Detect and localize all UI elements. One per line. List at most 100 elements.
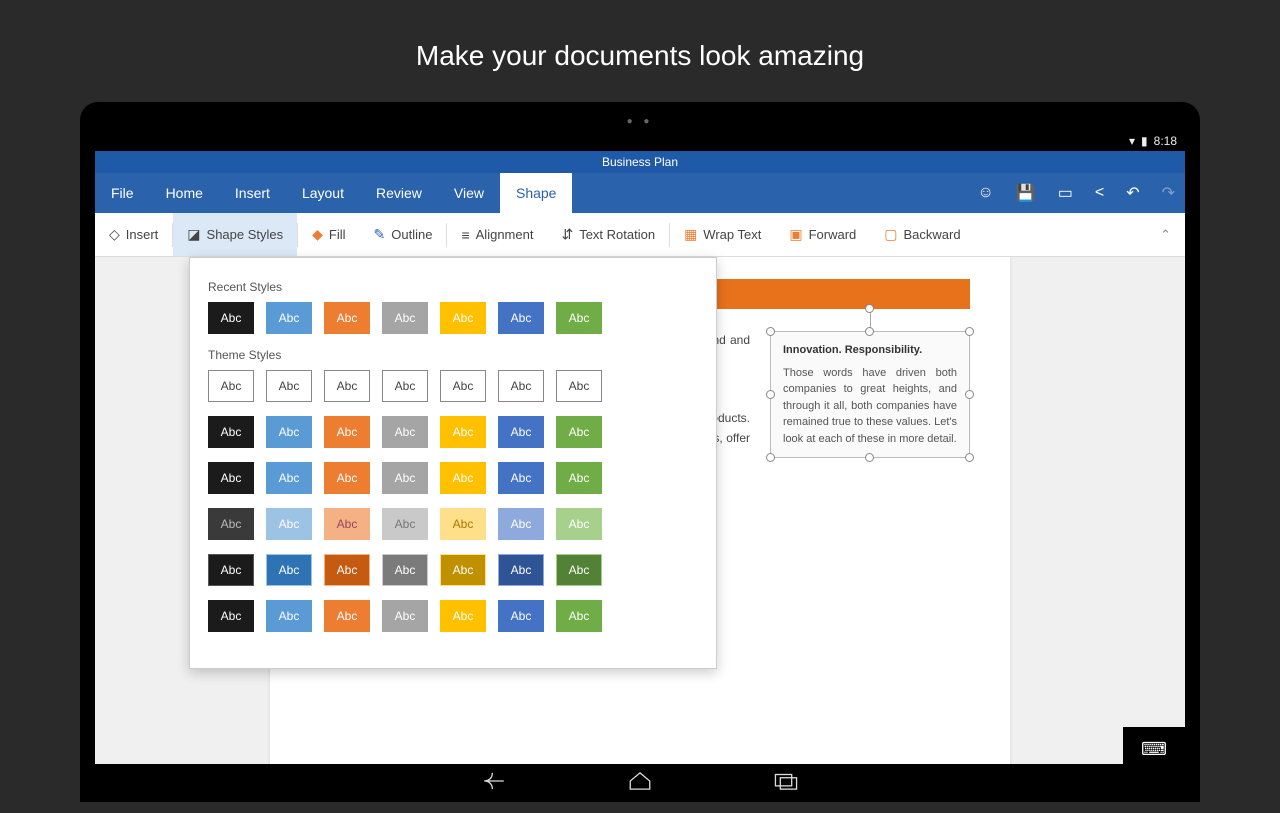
- ribbon-shape-styles[interactable]: ◪ Shape Styles: [173, 213, 297, 256]
- shape-styles-icon: ◪: [187, 226, 200, 243]
- android-status-bar: ▾ ▮ 8:18: [95, 131, 1185, 151]
- resize-handle-ml[interactable]: [766, 390, 775, 399]
- style-swatch[interactable]: Abc: [440, 554, 486, 586]
- ribbon-outline-label: Outline: [391, 227, 432, 242]
- book-icon[interactable]: ▭: [1058, 183, 1073, 203]
- style-swatch[interactable]: Abc: [498, 462, 544, 494]
- emoji-icon[interactable]: ☺: [977, 184, 993, 202]
- tab-home[interactable]: Home: [150, 173, 219, 213]
- style-swatch[interactable]: Abc: [208, 370, 254, 402]
- share-icon[interactable]: <: [1095, 184, 1104, 202]
- rotation-handle[interactable]: [865, 304, 874, 313]
- style-swatch[interactable]: Abc: [440, 508, 486, 540]
- style-swatch[interactable]: Abc: [498, 370, 544, 402]
- style-swatch[interactable]: Abc: [208, 554, 254, 586]
- style-swatch[interactable]: Abc: [498, 416, 544, 448]
- tab-shape[interactable]: Shape: [500, 173, 572, 213]
- resize-handle-tm[interactable]: [865, 327, 874, 336]
- recents-button[interactable]: [773, 771, 799, 796]
- style-swatch[interactable]: Abc: [440, 462, 486, 494]
- style-swatch[interactable]: Abc: [324, 508, 370, 540]
- ribbon-text-rotation[interactable]: ⇵ Text Rotation: [547, 213, 669, 256]
- style-swatch[interactable]: Abc: [324, 462, 370, 494]
- alignment-icon: ≡: [461, 227, 469, 243]
- style-swatch[interactable]: Abc: [556, 462, 602, 494]
- style-swatch[interactable]: Abc: [324, 370, 370, 402]
- ribbon-wrap-text[interactable]: ▦ Wrap Text: [670, 213, 775, 256]
- ribbon-fill[interactable]: ◆ Fill: [298, 213, 359, 256]
- tab-insert[interactable]: Insert: [219, 173, 286, 213]
- undo-icon[interactable]: ↶: [1126, 183, 1139, 203]
- style-swatch[interactable]: Abc: [266, 554, 312, 586]
- resize-handle-tr[interactable]: [965, 327, 974, 336]
- tablet-frame: ● ● ▾ ▮ 8:18 Business Plan File Home Ins…: [80, 102, 1200, 802]
- redo-icon[interactable]: ↷: [1162, 183, 1175, 203]
- wrap-text-icon: ▦: [684, 226, 697, 243]
- style-swatch[interactable]: Abc: [556, 302, 602, 334]
- style-swatch[interactable]: Abc: [324, 554, 370, 586]
- style-swatch[interactable]: Abc: [440, 416, 486, 448]
- style-swatch[interactable]: Abc: [208, 462, 254, 494]
- style-swatch[interactable]: Abc: [266, 370, 312, 402]
- status-time: 8:18: [1154, 134, 1177, 148]
- ribbon-collapse-icon[interactable]: ⌃: [1160, 227, 1171, 243]
- style-swatch[interactable]: Abc: [208, 302, 254, 334]
- style-swatch[interactable]: Abc: [382, 600, 428, 632]
- style-swatch[interactable]: Abc: [382, 416, 428, 448]
- resize-handle-bm[interactable]: [865, 453, 874, 462]
- tab-review[interactable]: Review: [360, 173, 438, 213]
- ribbon-shape-styles-label: Shape Styles: [207, 227, 284, 242]
- resize-handle-tl[interactable]: [766, 327, 775, 336]
- style-swatch[interactable]: Abc: [266, 462, 312, 494]
- tab-file[interactable]: File: [95, 173, 150, 213]
- theme-styles-row-2: Abc Abc Abc Abc Abc Abc Abc: [208, 416, 698, 448]
- style-swatch[interactable]: Abc: [498, 600, 544, 632]
- style-swatch[interactable]: Abc: [324, 302, 370, 334]
- style-swatch[interactable]: Abc: [382, 370, 428, 402]
- style-swatch[interactable]: Abc: [382, 302, 428, 334]
- style-swatch[interactable]: Abc: [208, 508, 254, 540]
- tablet-camera-dots: ● ●: [80, 116, 1200, 131]
- style-swatch[interactable]: Abc: [382, 554, 428, 586]
- resize-handle-bl[interactable]: [766, 453, 775, 462]
- style-swatch[interactable]: Abc: [266, 416, 312, 448]
- ribbon-backward[interactable]: ▢ Backward: [870, 213, 974, 256]
- style-swatch[interactable]: Abc: [382, 508, 428, 540]
- ribbon-alignment[interactable]: ≡ Alignment: [447, 213, 547, 256]
- style-swatch[interactable]: Abc: [208, 416, 254, 448]
- style-swatch[interactable]: Abc: [266, 508, 312, 540]
- tab-layout[interactable]: Layout: [286, 173, 360, 213]
- selected-text-box[interactable]: Innovation. Responsibility. Those words …: [770, 331, 970, 458]
- style-swatch[interactable]: Abc: [556, 416, 602, 448]
- style-swatch[interactable]: Abc: [208, 600, 254, 632]
- ribbon-insert-label: Insert: [126, 227, 159, 242]
- style-swatch[interactable]: Abc: [498, 554, 544, 586]
- resize-handle-br[interactable]: [965, 453, 974, 462]
- style-swatch[interactable]: Abc: [440, 370, 486, 402]
- back-button[interactable]: [481, 771, 507, 796]
- promo-title: Make your documents look amazing: [0, 0, 1280, 102]
- style-swatch[interactable]: Abc: [498, 302, 544, 334]
- style-swatch[interactable]: Abc: [498, 508, 544, 540]
- ribbon-forward[interactable]: ▣ Forward: [775, 213, 870, 256]
- resize-handle-mr[interactable]: [965, 390, 974, 399]
- style-swatch[interactable]: Abc: [556, 600, 602, 632]
- style-swatch[interactable]: Abc: [556, 370, 602, 402]
- style-swatch[interactable]: Abc: [440, 600, 486, 632]
- style-swatch[interactable]: Abc: [556, 554, 602, 586]
- save-icon[interactable]: 💾: [1016, 183, 1036, 203]
- style-swatch[interactable]: Abc: [266, 600, 312, 632]
- ribbon-outline[interactable]: ✎ Outline: [360, 213, 447, 256]
- theme-styles-row-6: Abc Abc Abc Abc Abc Abc Abc: [208, 600, 698, 632]
- style-swatch[interactable]: Abc: [382, 462, 428, 494]
- style-swatch[interactable]: Abc: [556, 508, 602, 540]
- callout-body: Those words have driven both companies t…: [783, 365, 957, 448]
- home-button[interactable]: [627, 771, 653, 796]
- style-swatch[interactable]: Abc: [266, 302, 312, 334]
- ribbon-insert[interactable]: ◇ Insert: [95, 213, 172, 256]
- style-swatch[interactable]: Abc: [324, 600, 370, 632]
- style-swatch[interactable]: Abc: [440, 302, 486, 334]
- style-swatch[interactable]: Abc: [324, 416, 370, 448]
- ribbon: ◇ Insert ◪ Shape Styles ◆ Fill ✎ Outline…: [95, 213, 1185, 257]
- tab-view[interactable]: View: [438, 173, 500, 213]
